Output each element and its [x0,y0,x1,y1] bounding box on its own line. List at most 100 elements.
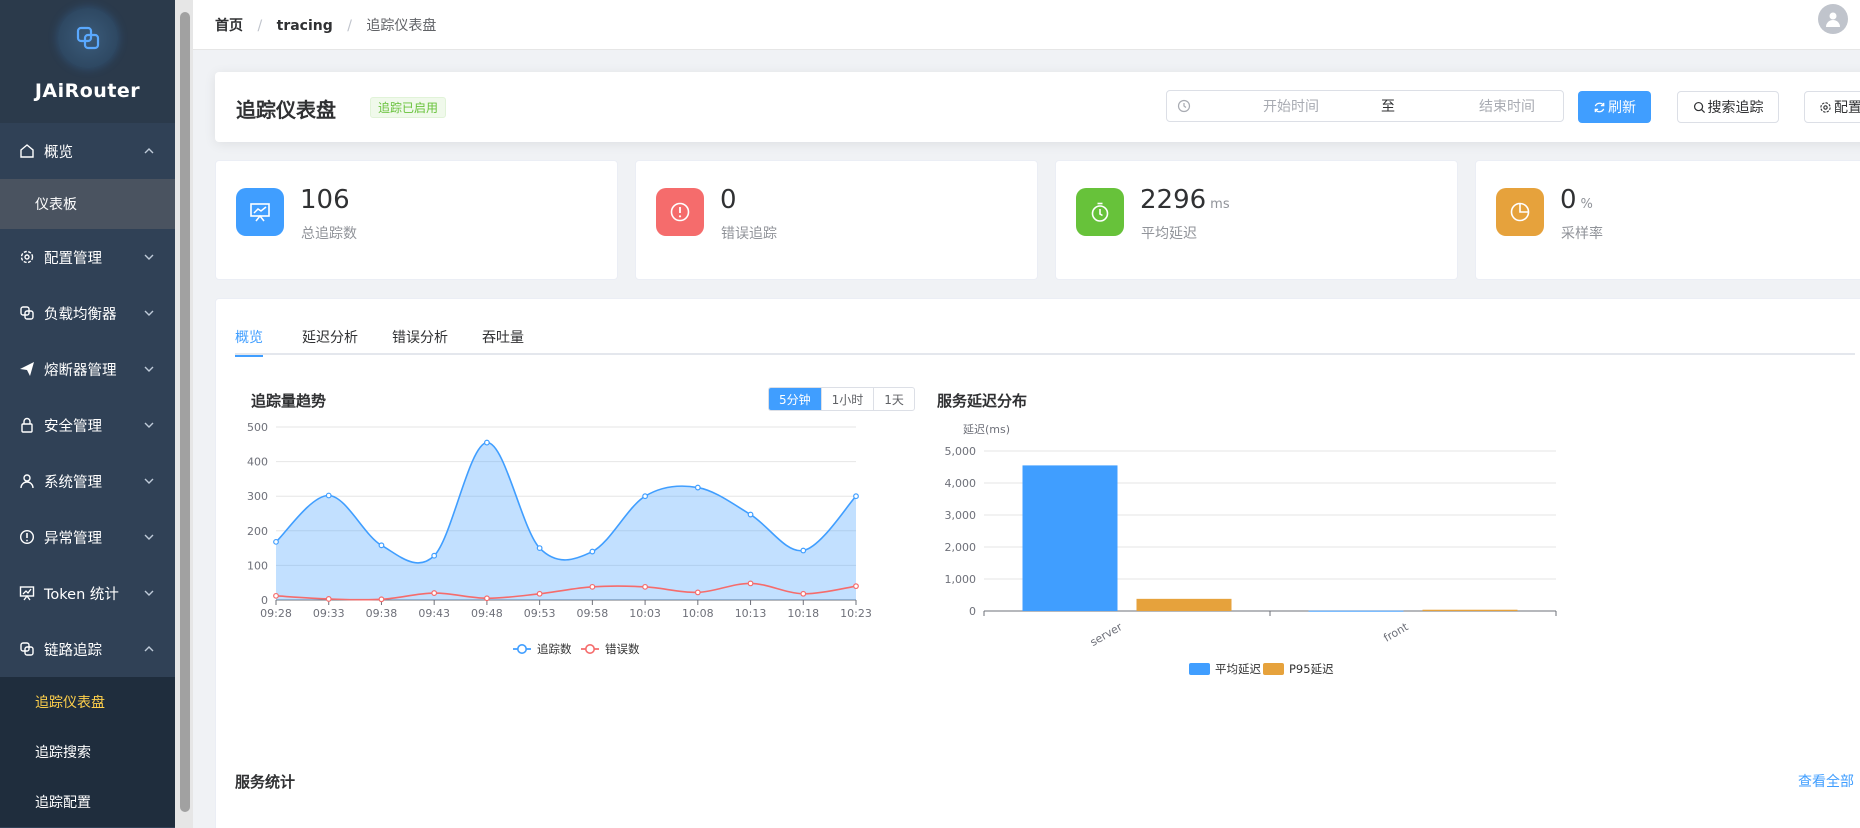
range-5min-button[interactable]: 5分钟 [769,388,821,410]
chevron-down-icon [144,534,154,540]
sidebar-subitem-tracing-search[interactable]: 追踪搜索 [0,727,175,777]
trend-chart: 0 100 200 300 400 500 09:28 09:33 09:38 09:43 09:4… [247,421,872,656]
x-tick-label: 09:33 [313,607,345,620]
legend-label: P95延迟 [1289,662,1334,676]
stat-card-sampling: 0% 采样率 [1475,160,1860,280]
tab-errors[interactable]: 错误分析 [392,327,448,355]
stat-label: 总追踪数 [301,226,357,242]
sidebar-item-label: 链路追踪 [44,642,102,659]
sidebar-subitem-tracing-config[interactable]: 追踪配置 [0,777,175,827]
trace-count-point [800,547,807,554]
legend-label: 平均延迟 [1215,662,1261,676]
sidebar-subitem-tracing-dashboard[interactable]: 追踪仪表盘 [0,677,175,727]
gear-icon [18,248,36,266]
sidebar-item-system[interactable]: 系统管理 [0,453,175,509]
sidebar-item-exception[interactable]: 异常管理 [0,509,175,565]
main: 首页 / tracing / 追踪仪表盘 追踪仪表盘 追踪已启用 开始时间 至 … [193,0,1860,828]
error-count-point [484,595,490,602]
x-tick-label: 09:53 [524,607,556,620]
sidebar-item-config[interactable]: 配置管理 [0,229,175,285]
time-range-selector: 5分钟 1小时 1天 [768,387,915,411]
sidebar-item-tracing[interactable]: 链路追踪 [0,621,175,677]
stat-number: 2296 [1140,185,1207,215]
sidebar-subitem-dashboard[interactable]: 仪表板 [0,179,175,229]
x-tick-label: server [1088,620,1125,649]
config-button[interactable]: 配置 [1804,91,1860,123]
x-tick-label: 09:48 [471,607,503,620]
search-traces-button[interactable]: 搜索追踪 [1677,91,1779,123]
sidebar-item-security[interactable]: 安全管理 [0,397,175,453]
legend-marker [1263,663,1284,675]
timer-icon [1076,188,1124,236]
sidebar-item-label: 仪表板 [35,197,77,213]
bar-server-1 [1136,598,1232,611]
sidebar-item-circuit-breaker[interactable]: 熔断器管理 [0,341,175,397]
stat-unit: ms [1210,197,1230,212]
sidebar-item-label: 追踪仪表盘 [35,695,105,711]
refresh-icon [1594,102,1605,112]
refresh-label: 刷新 [1608,100,1636,116]
sidebar-item-label: 配置管理 [44,250,102,267]
sidebar: JAiRouter 概览 仪表板 配置管理 负载均衡器 熔断器管理 安全管理 系… [0,0,175,828]
refresh-button[interactable]: 刷新 [1578,91,1651,123]
chevron-down-icon [144,422,154,428]
end-time-input[interactable]: 结束时间 [1457,96,1557,116]
sidebar-item-load-balancer[interactable]: 负载均衡器 [0,285,175,341]
tab-throughput[interactable]: 吞吐量 [482,327,524,355]
date-range-picker[interactable]: 开始时间 至 结束时间 [1166,90,1564,122]
y-tick-label: 2,000 [945,541,977,554]
error-count-point [642,583,648,590]
stat-value: 0% [1560,185,1593,215]
search-traces-label: 搜索追踪 [1707,100,1764,116]
x-tick-label: 09:58 [577,607,609,620]
range-1hour-button[interactable]: 1小时 [820,388,874,410]
brand: JAiRouter [0,0,175,123]
stat-label: 错误追踪 [721,226,777,242]
search-icon [1693,101,1705,113]
error-count-point [747,580,754,587]
chevron-down-icon [144,366,154,372]
tab-overview[interactable]: 概览 [235,327,263,357]
sidebar-scrollbar-thumb[interactable] [180,12,190,812]
service-stats-title: 服务统计 [235,773,296,791]
send-icon [18,360,36,378]
stat-number: 0 [1560,185,1577,215]
y-tick-label: 500 [247,421,268,434]
stat-unit: % [1580,197,1593,212]
chevron-down-icon [144,310,154,316]
sidebar-item-token[interactable]: Token 统计 [0,565,175,621]
trace-count-point [853,493,859,500]
x-tick-label: 10:18 [787,607,819,620]
y-tick-label: 0 [969,605,976,618]
breadcrumb-section[interactable]: tracing [277,18,333,34]
bar-server-0 [1022,465,1118,611]
y-axis-label: 延迟(ms) [963,423,1010,436]
view-all-link[interactable]: 查看全部 [1798,771,1854,791]
breadcrumb-home[interactable]: 首页 [215,18,243,34]
bar-front-1 [1422,609,1518,611]
trace-count-point [484,439,490,446]
breadcrumb: 首页 / tracing / 追踪仪表盘 [215,15,436,35]
breadcrumb-separator: / [257,17,263,34]
y-tick-label: 5,000 [945,445,977,458]
sidebar-item-label: 异常管理 [44,530,102,547]
legend-marker [584,644,595,655]
error-count-point [694,589,701,596]
start-time-input[interactable]: 开始时间 [1241,96,1341,116]
avatar[interactable] [1818,4,1848,34]
chevron-down-icon [144,590,154,596]
trend-chart-title: 追踪量趋势 [251,392,327,410]
header-card: 追踪仪表盘 追踪已启用 开始时间 至 结束时间 刷新 搜索追踪 配置 [215,72,1860,142]
chevron-down-icon [144,478,154,484]
tab-latency[interactable]: 延迟分析 [302,327,358,355]
pie-icon [1496,188,1544,236]
y-tick-label: 100 [247,559,268,572]
error-count-point [800,590,807,597]
page-title: 追踪仪表盘 [236,98,336,122]
range-1day-button[interactable]: 1天 [873,388,914,410]
navbar: 首页 / tracing / 追踪仪表盘 [193,0,1860,50]
sidebar-item-label: 追踪配置 [35,795,91,811]
stat-number: 106 [300,185,350,215]
sidebar-item-overview[interactable]: 概览 [0,123,175,179]
stat-label: 采样率 [1561,226,1603,242]
